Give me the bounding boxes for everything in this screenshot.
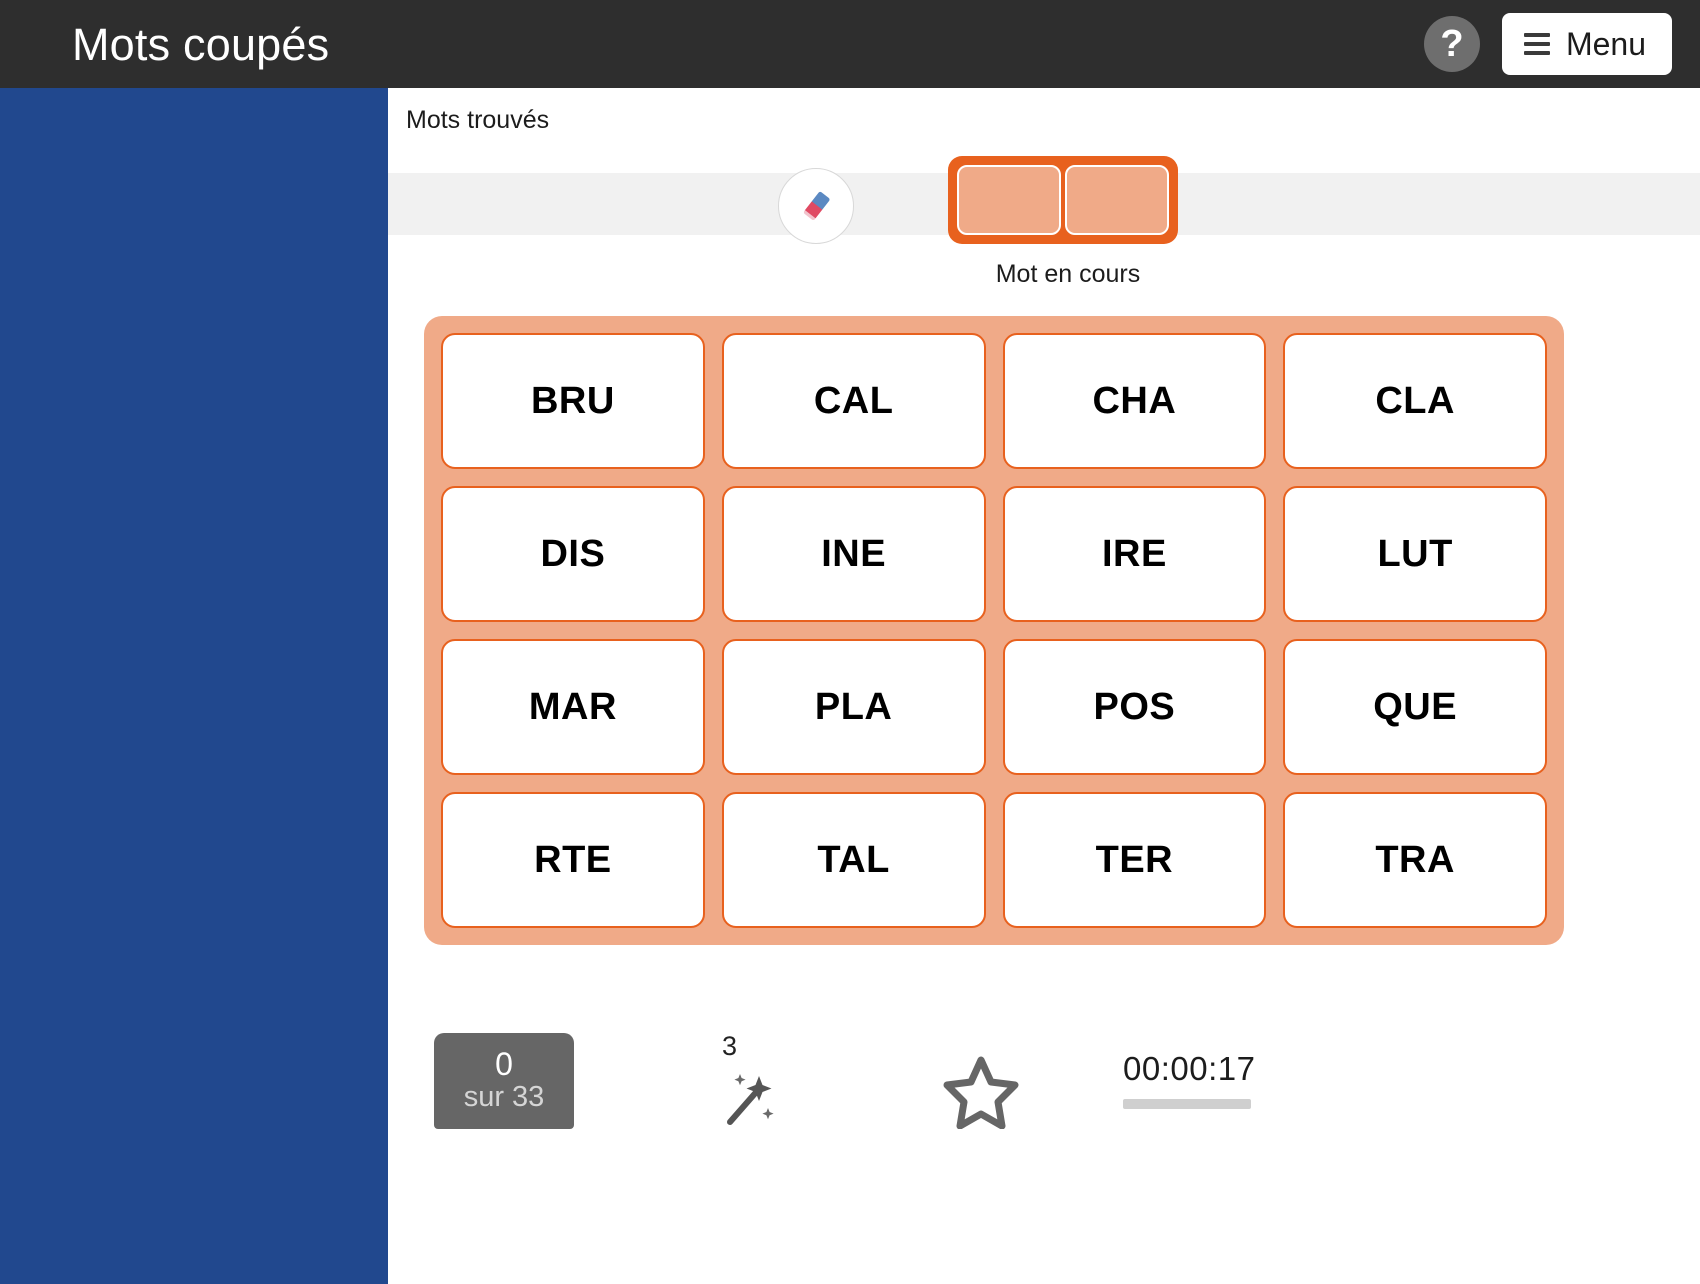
timer-text: 00:00:17 <box>1123 1050 1256 1087</box>
header-actions: ? Menu <box>1423 0 1672 88</box>
syllable-tile[interactable]: MAR <box>441 639 705 775</box>
star-icon-glyph <box>943 1056 1019 1130</box>
syllable-tile[interactable]: IRE <box>1002 486 1267 622</box>
timer: 00:00:17 <box>1123 1050 1343 1110</box>
hint-count: 3 <box>722 1031 738 1061</box>
current-word-tray[interactable] <box>948 156 1178 244</box>
syllable-tile[interactable]: CAL <box>721 333 986 469</box>
syllable-tile[interactable]: INE <box>721 486 986 622</box>
eraser-icon[interactable] <box>778 168 854 244</box>
syllable-tile[interactable]: CHA <box>1002 333 1267 469</box>
current-word-label: Mot en cours <box>995 260 1141 288</box>
help-icon-glyph: ? <box>1440 23 1464 65</box>
current-word-slot[interactable] <box>1065 165 1169 235</box>
help-icon[interactable]: ? <box>1423 16 1480 72</box>
left-side-panel <box>0 88 388 1284</box>
syllable-tile[interactable]: RTE <box>441 792 705 928</box>
syllable-tile[interactable]: POS <box>1002 639 1267 775</box>
syllable-tile[interactable]: QUE <box>1283 639 1547 775</box>
syllable-tile[interactable]: LUT <box>1283 486 1547 622</box>
app-header: Mots coupés ? Menu <box>0 0 1700 88</box>
hint-button[interactable]: 3 <box>718 1033 828 1133</box>
syllable-tile[interactable]: TRA <box>1283 792 1547 928</box>
eraser-icon-glyph <box>802 190 832 222</box>
game-status-bar: 0 sur 33 3 00:00:17 <box>388 1033 1700 1183</box>
star-icon[interactable] <box>943 1055 1019 1134</box>
found-words-label: Mots trouvés <box>406 106 550 134</box>
syllable-tile[interactable]: BRU <box>441 333 705 469</box>
syllable-grid: BRU CAL CHA CLA DIS INE IRE LUT MAR PLA … <box>424 316 1564 945</box>
syllable-tile[interactable]: TAL <box>721 792 986 928</box>
timer-progress-bar <box>1123 1099 1251 1110</box>
game-main-area: Mots trouvés Mot en cours BRU CAL CHA CL… <box>388 88 1700 1284</box>
current-word-slot[interactable] <box>957 165 1061 235</box>
magic-wand-icon <box>727 1074 774 1125</box>
syllable-tile[interactable]: TER <box>1002 792 1267 928</box>
page-title: Mots coupés <box>72 18 330 70</box>
syllable-tile[interactable]: DIS <box>441 486 705 622</box>
menu-button[interactable]: Menu <box>1501 13 1672 75</box>
score-total: sur 33 <box>463 1080 545 1113</box>
syllable-tile[interactable]: CLA <box>1283 333 1547 469</box>
score-current: 0 <box>495 1046 513 1083</box>
hamburger-icon <box>1523 33 1550 55</box>
menu-button-label: Menu <box>1565 26 1646 62</box>
syllable-tile[interactable]: PLA <box>721 639 986 775</box>
score-badge[interactable]: 0 sur 33 <box>434 1033 574 1129</box>
